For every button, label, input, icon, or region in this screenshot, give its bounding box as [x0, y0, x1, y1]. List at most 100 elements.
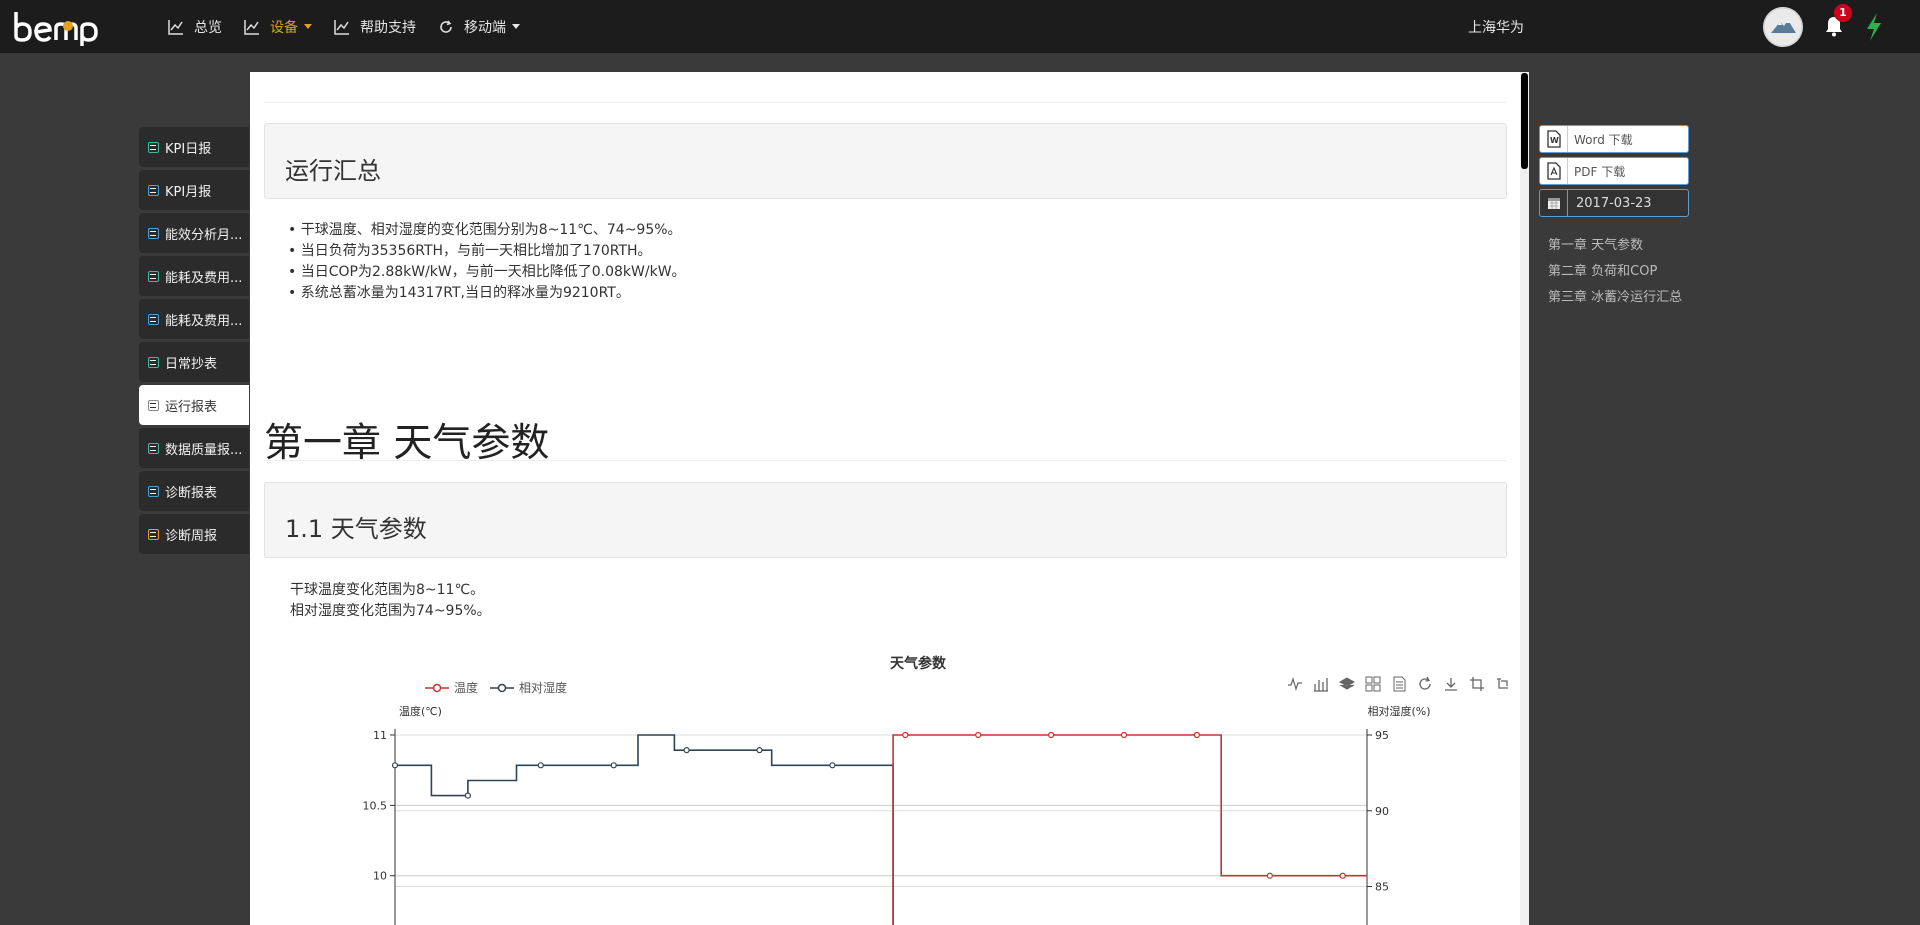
section-title: 1.1 天气参数: [285, 515, 427, 543]
menu-energy-cost-1[interactable]: 能耗及费用...: [139, 256, 249, 296]
menu-energy-cost-2[interactable]: 能耗及费用...: [139, 299, 249, 339]
temperature-line: [892, 734, 1367, 925]
line-chart-toggle-icon[interactable]: [1287, 676, 1303, 692]
scrollbar-thumb[interactable]: [1521, 73, 1528, 169]
weather-chart[interactable]: 温度(℃) 相对湿度(%) 11 10.5 10 95 90 85: [250, 692, 1507, 925]
word-download-button[interactable]: W Word 下载: [1539, 125, 1689, 153]
humidity-line: [395, 734, 894, 925]
data-view-icon[interactable]: [1391, 676, 1407, 692]
notification-badge: 1: [1834, 4, 1852, 22]
legend-marker: [425, 683, 449, 692]
menu-label: 数据质量报...: [165, 442, 243, 458]
menu-operation-report[interactable]: 运行报表: [139, 385, 249, 425]
toc-chapter-2[interactable]: 第二章 负荷和COP: [1548, 259, 1682, 285]
pdf-file-icon: [1540, 158, 1568, 184]
bar-chart-toggle-icon[interactable]: [1313, 676, 1329, 692]
menu-label: 能耗及费用...: [165, 313, 243, 329]
menu-kpi-daily[interactable]: KPI日报: [139, 127, 249, 167]
report-tools: W Word 下载 PDF 下载 2017-03-23: [1539, 125, 1689, 217]
y-tick-right-label: 85: [1375, 881, 1389, 894]
nav-mobile-label: 移动端: [464, 19, 506, 36]
org-name[interactable]: 上海华为: [1468, 17, 1524, 37]
mountain-avatar-icon: [1763, 7, 1803, 47]
stack-icon[interactable]: [1338, 676, 1356, 692]
section-text: 相对湿度变化范围为74~95%。: [290, 603, 491, 619]
menu-data-quality[interactable]: 数据质量报...: [139, 428, 249, 468]
main-nav: 总览 设备 帮助支持 移动端: [168, 0, 542, 53]
summary-title: 运行汇总: [285, 157, 381, 185]
legend-marker: [490, 683, 515, 692]
y-tick-left-label: 10: [373, 870, 387, 883]
line-chart-icon: [334, 19, 349, 35]
summary-item: 当日COP为2.88kW/kW，与前一天相比降低了0.08kW/kW。: [288, 262, 686, 283]
temperature-point: [1193, 731, 1201, 739]
edit-icon: [148, 141, 159, 153]
menu-label: KPI月报: [165, 184, 212, 200]
temperature-point: [1266, 872, 1273, 879]
humidity-point: [756, 747, 763, 754]
humidity-point: [683, 747, 690, 754]
temperature-point: [975, 731, 982, 739]
menu-diagnosis-weekly[interactable]: 诊断周报: [139, 514, 249, 554]
list-icon: [148, 184, 159, 196]
chevron-down-icon: [304, 24, 312, 29]
nav-devices[interactable]: 设备: [244, 17, 312, 37]
summary-item: 干球温度、相对湿度的变化范围分别为8~11℃、74~95%。: [288, 220, 686, 241]
download-icon[interactable]: [1443, 676, 1459, 692]
temperature-point: [1339, 872, 1346, 879]
tiled-icon[interactable]: [1365, 676, 1381, 692]
menu-label: 能耗及费用...: [165, 270, 243, 286]
svg-text:W: W: [1550, 136, 1559, 145]
zoom-area-icon[interactable]: [1469, 676, 1485, 692]
toc-chapter-3[interactable]: 第三章 冰蓄冷运行汇总: [1548, 285, 1682, 311]
report-content[interactable]: 运行汇总 干球温度、相对湿度的变化范围分别为8~11℃、74~95%。 当日负荷…: [250, 72, 1527, 925]
chart-toolbox: [1287, 676, 1521, 692]
edit-icon: [148, 442, 159, 454]
summary-list: 干球温度、相对湿度的变化范围分别为8~11℃、74~95%。 当日负荷为3535…: [288, 220, 686, 304]
line-chart-icon: [168, 19, 183, 35]
edit-icon: [148, 356, 159, 368]
summary-item: 当日负荷为35356RTH，与前一天相比增加了170RTH。: [288, 241, 686, 262]
nav-help[interactable]: 帮助支持: [334, 17, 416, 37]
nav-overview-label: 总览: [194, 19, 222, 36]
zoom-reset-icon[interactable]: [1495, 676, 1511, 692]
divider: [264, 102, 1507, 103]
summary-header: 运行汇总: [264, 123, 1507, 199]
y-tick-right-label: 90: [1375, 805, 1389, 818]
edit-icon: [148, 399, 159, 411]
y-tick-right-label: 95: [1375, 729, 1389, 742]
nav-devices-label: 设备: [270, 19, 298, 36]
humidity-point: [537, 762, 544, 769]
list-icon: [148, 227, 159, 239]
restore-icon[interactable]: [1417, 676, 1433, 692]
menu-diagnosis-report[interactable]: 诊断报表: [139, 471, 249, 511]
menu-kpi-monthly[interactable]: KPI月报: [139, 170, 249, 210]
menu-efficiency-monthly[interactable]: 能效分析月...: [139, 213, 249, 253]
scrollbar-track[interactable]: [1520, 72, 1529, 925]
date-value: 2017-03-23: [1576, 195, 1652, 211]
edit-icon: [148, 270, 159, 282]
section-header: 1.1 天气参数: [264, 482, 1507, 558]
top-navbar: 总览 设备 帮助支持 移动端 上海华为 1: [0, 0, 1920, 53]
menu-label: 运行报表: [165, 399, 218, 415]
y-tick-left-label: 10.5: [363, 799, 388, 812]
pdf-download-button[interactable]: PDF 下载: [1539, 157, 1689, 185]
table-of-contents: 第一章 天气参数 第二章 负荷和COP 第三章 冰蓄冷运行汇总: [1548, 233, 1682, 311]
refresh-icon: [440, 20, 452, 33]
lightning-bolt-icon[interactable]: [1864, 12, 1884, 42]
date-picker[interactable]: 2017-03-23: [1539, 189, 1689, 217]
bemp-logo[interactable]: [12, 6, 102, 46]
temperature-point: [902, 731, 909, 739]
line-chart-icon: [244, 19, 259, 35]
temperature-point: [1120, 731, 1128, 739]
chart-axes: 11 10.5 10 95 90 85: [363, 729, 1389, 925]
menu-daily-meter[interactable]: 日常抄表: [139, 342, 249, 382]
menu-label: 诊断周报: [165, 528, 218, 544]
toc-chapter-1[interactable]: 第一章 天气参数: [1548, 233, 1682, 259]
calendar-icon: [1540, 190, 1568, 216]
y-tick-left-label: 11: [373, 729, 387, 742]
avatar[interactable]: [1763, 7, 1803, 47]
nav-overview[interactable]: 总览: [168, 17, 222, 37]
check-icon: [148, 528, 159, 540]
nav-mobile[interactable]: 移动端: [438, 17, 520, 37]
